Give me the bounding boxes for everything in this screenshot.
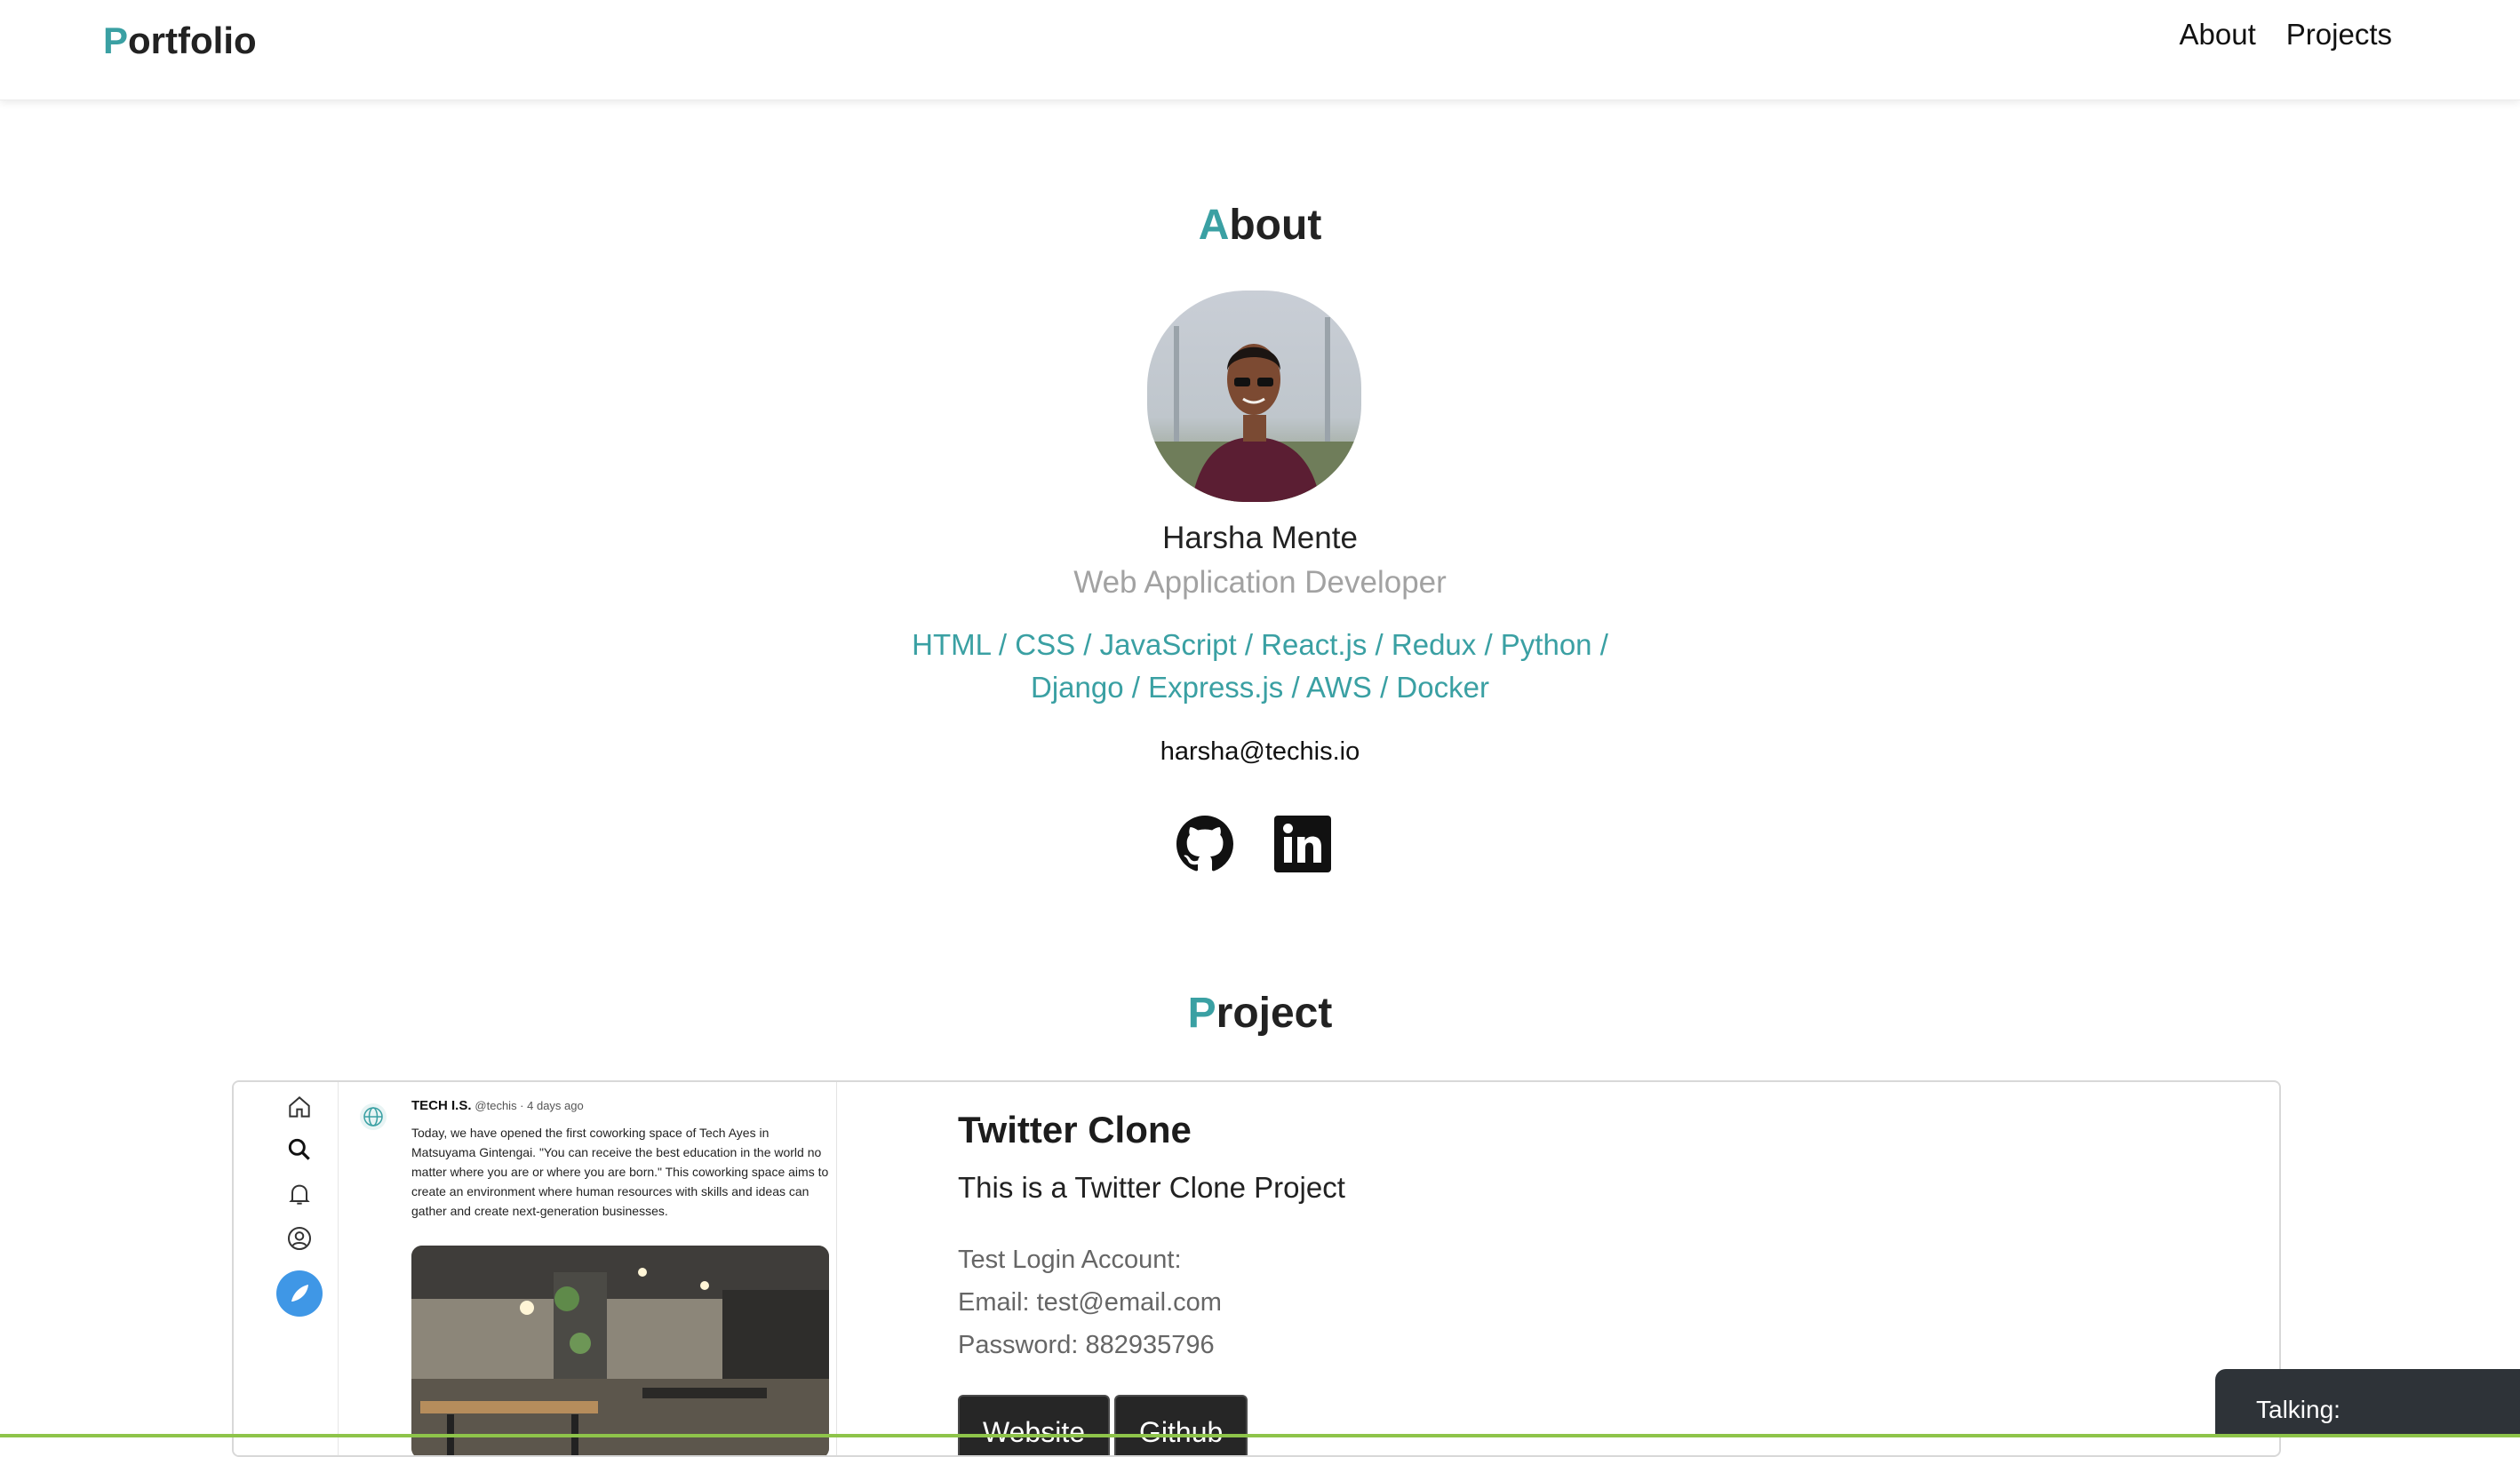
profile-role: Web Application Developer [1073, 565, 1447, 600]
tweet-account: TECH I.S. [411, 1098, 472, 1113]
tweet-text: Today, we have opened the first coworkin… [411, 1126, 829, 1218]
social-links [1176, 816, 1331, 872]
contact-email: harsha@techis.io [1160, 737, 1360, 766]
screenshot-sidebar [234, 1082, 339, 1455]
brand-rest: ortfolio [128, 20, 257, 61]
nav-about-link[interactable]: About [2180, 18, 2256, 52]
github-button[interactable]: Github [1114, 1395, 1248, 1455]
talking-widget[interactable]: Talking: [2215, 1369, 2520, 1437]
tweet-handle: @techis · 4 days ago [474, 1099, 584, 1112]
brand-logo[interactable]: Portfolio [103, 20, 257, 62]
test-login-email: Email: test@email.com [958, 1288, 1222, 1317]
linkedin-icon[interactable] [1274, 816, 1331, 872]
project-screenshot: TECH I.S. @techis · 4 days ago Today, we… [234, 1082, 837, 1455]
search-icon [288, 1138, 310, 1160]
about-heading: About [0, 201, 2520, 250]
profile-name: Harsha Mente [1162, 521, 1358, 555]
github-icon[interactable] [1176, 816, 1233, 872]
home-icon [289, 1096, 310, 1118]
test-login-heading: Test Login Account: [958, 1246, 1182, 1274]
test-login-password: Password: 882935796 [958, 1331, 1215, 1359]
nav-projects-link[interactable]: Projects [2286, 18, 2392, 52]
tweet-image [411, 1246, 829, 1455]
compose-icon [276, 1270, 323, 1317]
main-nav: About Projects [2180, 18, 2392, 52]
project-heading-rest: roject [1216, 990, 1333, 1037]
about-heading-initial: A [1198, 202, 1230, 249]
bell-icon [289, 1184, 310, 1205]
about-heading-rest: bout [1229, 202, 1322, 249]
profile-icon [288, 1227, 311, 1250]
project-title: Twitter Clone [958, 1109, 1192, 1150]
skills-list: HTML / CSS / JavaScript / React.js / Red… [912, 628, 1608, 704]
website-button[interactable]: Website [958, 1395, 1111, 1455]
tweet-header: TECH I.S. @techis · 4 days ago [411, 1098, 584, 1113]
project-heading: Project [0, 989, 2520, 1038]
profile-avatar [1147, 291, 1361, 502]
project-description: This is a Twitter Clone Project [958, 1171, 1345, 1204]
talking-label: Talking: [2256, 1396, 2341, 1423]
project-card: TECH I.S. @techis · 4 days ago Today, we… [232, 1080, 2281, 1457]
brand-initial: P [103, 20, 129, 61]
globe-icon [360, 1103, 387, 1130]
project-heading-initial: P [1187, 990, 1216, 1037]
top-header: Portfolio About Projects [0, 0, 2520, 100]
bottom-accent-line [0, 1434, 2520, 1437]
